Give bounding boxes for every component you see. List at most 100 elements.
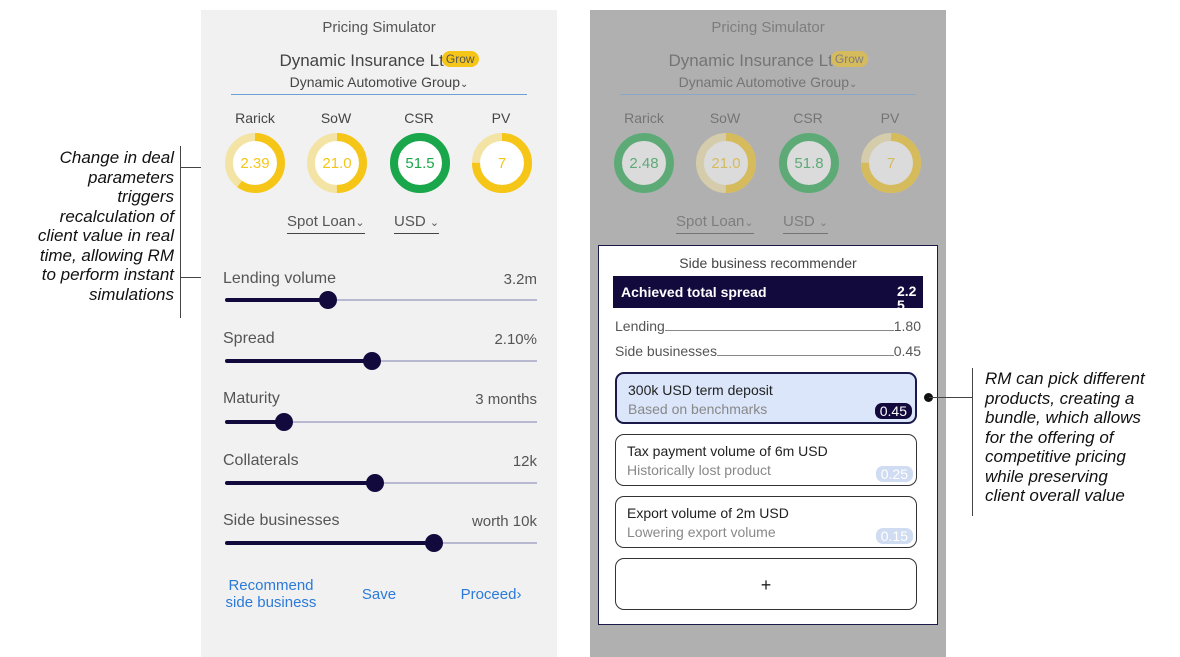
kpi-value: 51.8 <box>794 154 824 172</box>
slider-fill-spread <box>225 359 372 363</box>
annotation-line: bundle, which allows <box>985 408 1141 427</box>
chevron-down-icon: ⌄ <box>744 217 754 229</box>
pricing-simulator-panel-overlay: Pricing Simulator Dynamic Insurance Lt Gr… <box>590 10 946 657</box>
product-subtitle: Lowering export volume <box>627 524 776 540</box>
kpi-label-pv: PV <box>880 110 900 126</box>
total-spread-bar: Achieved total spread 2.25 <box>613 276 923 312</box>
group-selector: Dynamic Automotive Group⌄ <box>590 74 946 90</box>
panel-title: Pricing Simulator <box>711 19 825 36</box>
slider-value-collaterals: 12k <box>512 453 537 470</box>
kpi-label-sow: SoW <box>709 110 741 126</box>
add-product-button[interactable]: + <box>615 558 917 610</box>
total-spread-label: Achieved total spread <box>621 284 767 300</box>
panel-title: Pricing Simulator <box>322 19 436 36</box>
annotation-line: client value in real <box>37 226 174 245</box>
kpi-label-rarick: Rarick <box>235 110 275 126</box>
row-value: 0.45 <box>893 343 921 359</box>
side-business-recommender-dialog: Side business recommender Achieved total… <box>598 245 938 625</box>
annotation-line: simulations <box>88 284 174 304</box>
annotation-bracket <box>972 368 973 516</box>
dialog-title: Side business recommender <box>679 255 857 271</box>
kpi-ring-pv: 7 <box>860 132 922 194</box>
chevron-down-icon: ⌄ <box>818 217 829 229</box>
kpi-label-pv: PV <box>491 110 511 126</box>
slider-label-side-businesses: Side businesses <box>223 512 340 529</box>
slider-handle-lending-volume[interactable] <box>318 291 337 309</box>
kpi-label-csr: CSR <box>404 110 434 126</box>
annotation-line: recalculation of <box>59 206 174 226</box>
product-spread-badge: 0.15 <box>875 528 913 544</box>
product-card[interactable]: Tax payment volume of 6m USD Historicall… <box>615 434 917 486</box>
proceed-button[interactable]: Proceed› <box>451 586 531 603</box>
product-title: 300k USD term deposit <box>628 382 773 398</box>
annotation-left: Change in deal parameters triggers recal… <box>8 148 174 304</box>
kpi-value: 2.39 <box>240 154 270 172</box>
kpi-label-rarick: Rarick <box>624 110 664 126</box>
kpi-value: 2.48 <box>629 154 659 172</box>
grow-badge: Grow <box>441 51 479 67</box>
currency-select[interactable]: USD ⌄ <box>394 213 440 234</box>
spread-row-side-businesses: Side businesses 0.45 <box>615 343 921 359</box>
annotation-line: triggers <box>117 187 174 206</box>
product-spread-badge: 0.25 <box>875 466 913 482</box>
save-button[interactable]: Save <box>359 586 399 603</box>
group-name: Dynamic Automotive Group <box>678 74 849 90</box>
kpi-label-sow: SoW <box>320 110 352 126</box>
annotation-line: parameters <box>88 167 174 187</box>
row-value: 1.80 <box>893 318 921 334</box>
group-name: Dynamic Automotive Group <box>289 74 460 90</box>
kpi-value: 21.0 <box>711 154 741 172</box>
slider-handle-side-businesses[interactable] <box>425 534 444 552</box>
plus-icon: + <box>760 575 772 595</box>
proceed-label: Proceed <box>460 586 517 603</box>
slider-fill-side-businesses <box>225 541 435 545</box>
group-selector[interactable]: Dynamic Automotive Group⌄ <box>201 74 557 90</box>
annotation-line: for the offering of <box>985 427 1114 447</box>
group-underline <box>620 94 916 95</box>
group-underline <box>231 94 527 95</box>
annotation-right: RM can pick different products, creating… <box>985 369 1180 506</box>
kpi-ring-sow: 21.0 <box>695 132 757 194</box>
annotation-line: while preserving <box>985 466 1108 486</box>
slider-label-lending-volume: Lending volume <box>223 270 336 287</box>
product-card[interactable]: 300k USD term deposit Based on benchmark… <box>615 372 917 424</box>
product-select[interactable]: Spot Loan⌄ <box>287 213 365 234</box>
chevron-down-icon: ⌄ <box>849 79 858 90</box>
annotation-line: time, allowing RM <box>39 245 174 265</box>
client-name[interactable]: Dynamic Insurance Lt Grow <box>201 51 557 71</box>
row-label: Lending <box>615 318 665 334</box>
annotation-bracket <box>180 146 181 318</box>
kpi-value: 7 <box>497 154 507 172</box>
annotation-line: competitive pricing <box>985 447 1126 466</box>
kpi-ring-sow: 21.0 <box>306 132 368 194</box>
annotation-line: RM can pick different <box>985 369 1145 388</box>
product-card[interactable]: Export volume of 2m USD Lowering export … <box>615 496 917 548</box>
currency-select-value: USD <box>783 213 815 230</box>
product-select-value: Spot Loan <box>676 213 745 230</box>
row-label: Side businesses <box>615 343 717 359</box>
kpi-value: 7 <box>886 154 896 172</box>
kpi-ring-csr: 51.5 <box>389 132 451 194</box>
currency-select: USD ⌄ <box>783 213 829 234</box>
recommend-line-2: side business <box>225 594 317 611</box>
kpi-label-csr: CSR <box>793 110 823 126</box>
kpi-ring-pv: 7 <box>471 132 533 194</box>
slider-value-maturity: 3 months <box>475 391 537 408</box>
product-subtitle: Based on benchmarks <box>628 401 768 417</box>
slider-fill-lending-volume <box>225 298 328 302</box>
annotation-line: Change in deal <box>59 148 174 167</box>
kpi-value: 51.5 <box>405 154 435 172</box>
slider-handle-collaterals[interactable] <box>365 474 384 492</box>
kpi-value: 21.0 <box>322 154 352 172</box>
slider-handle-maturity[interactable] <box>275 413 294 431</box>
slider-label-spread: Spread <box>223 330 275 347</box>
product-title: Export volume of 2m USD <box>627 505 789 521</box>
client-name-text: Dynamic Insurance Lt <box>279 51 444 70</box>
pricing-simulator-panel: Pricing Simulator Dynamic Insurance Lt Gr… <box>201 10 557 657</box>
spread-row-lending: Lending 1.80 <box>615 318 921 334</box>
client-name: Dynamic Insurance Lt Grow <box>590 51 946 71</box>
recommend-side-business-button[interactable]: Recommend side business <box>221 577 321 611</box>
slider-handle-spread[interactable] <box>362 352 381 370</box>
annotation-connector <box>929 397 972 398</box>
product-spread-badge: 0.45 <box>874 403 912 419</box>
